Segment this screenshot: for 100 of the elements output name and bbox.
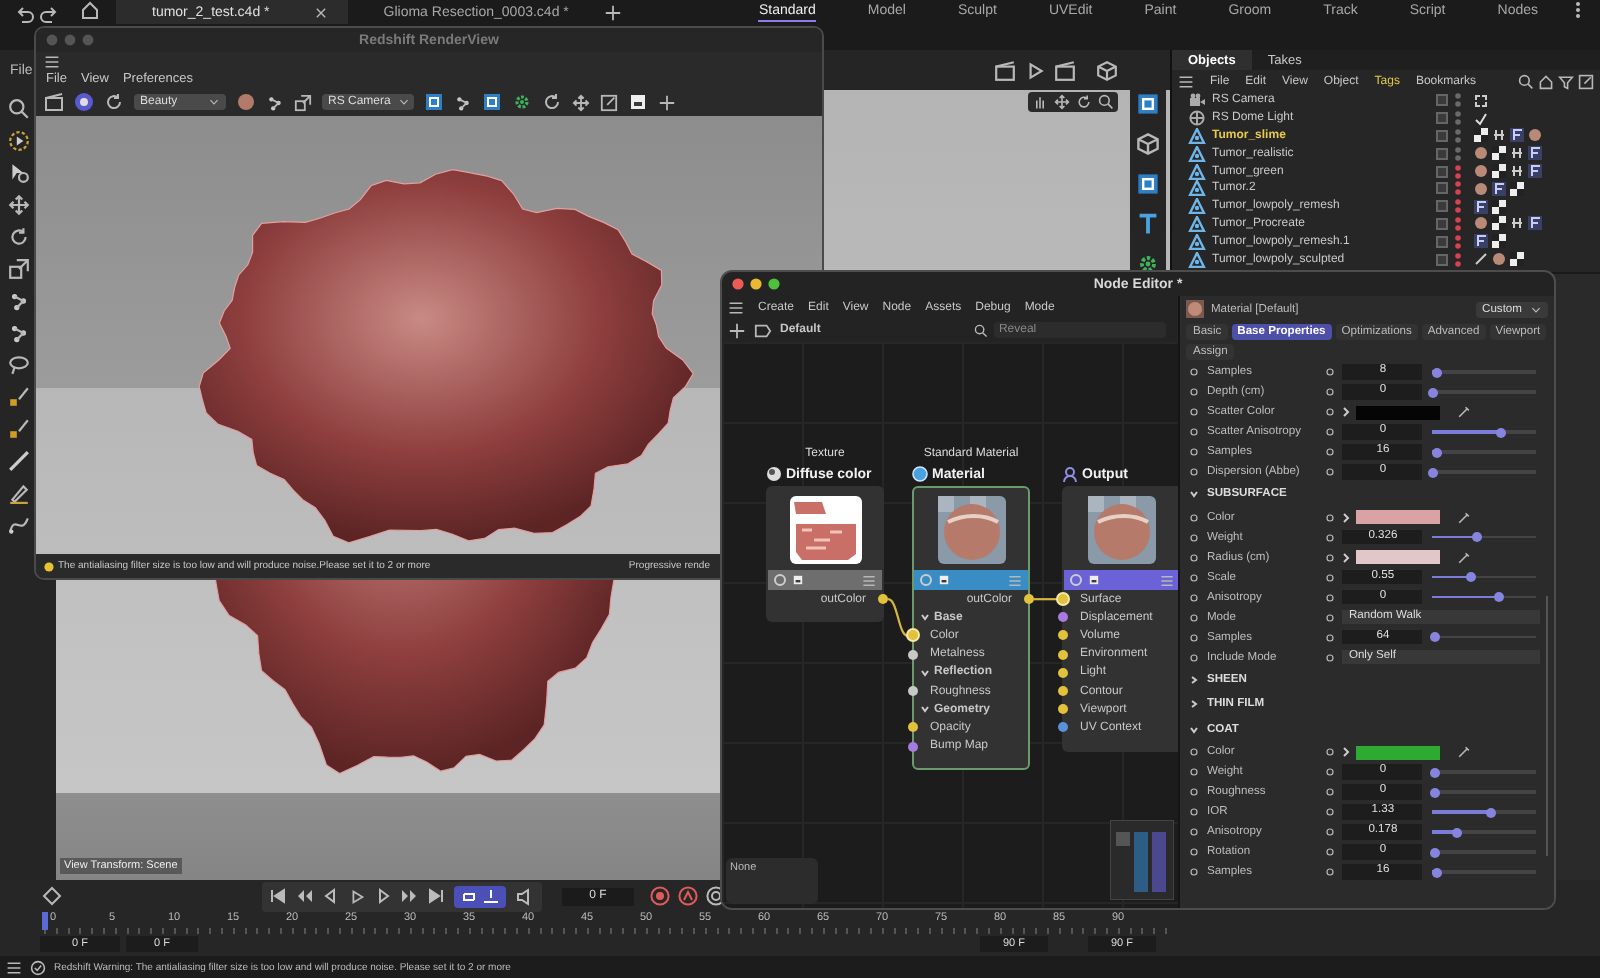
frame-icon[interactable] (1136, 172, 1160, 196)
port-dot[interactable] (1058, 686, 1068, 697)
pipette-icon[interactable] (1456, 549, 1473, 565)
keyframe-dot-icon[interactable] (1188, 651, 1201, 663)
rotate-icon[interactable] (542, 92, 562, 112)
search-icon[interactable] (8, 98, 30, 120)
rotate-icon[interactable] (8, 226, 30, 248)
color-swatch[interactable] (1356, 550, 1441, 564)
playhead-handle[interactable] (42, 912, 48, 930)
slider-thumb[interactable] (1452, 827, 1463, 837)
plus-icon[interactable] (658, 93, 676, 111)
slider-thumb[interactable] (1427, 467, 1438, 477)
sphere-icon[interactable] (236, 92, 256, 112)
keyframe-dot-icon[interactable] (1188, 511, 1201, 523)
port-dot[interactable] (1024, 594, 1034, 605)
pipette-icon[interactable] (1456, 744, 1473, 760)
keyframe-dot-icon[interactable] (1324, 651, 1337, 663)
image-icon[interactable] (628, 92, 648, 112)
tag-icon[interactable] (754, 321, 772, 339)
menu-icon[interactable] (728, 299, 744, 315)
points-icon[interactable] (8, 290, 30, 312)
keyframe-dot-icon[interactable] (1324, 551, 1337, 563)
keyframe-dot-icon[interactable] (1188, 786, 1201, 798)
keyframe-dot-icon[interactable] (1324, 846, 1337, 858)
slider-thumb[interactable] (1431, 367, 1441, 377)
keyframe-dot-icon[interactable] (1324, 511, 1337, 523)
keyframe-dot-icon[interactable] (1324, 611, 1337, 623)
scale-icon[interactable] (294, 93, 312, 111)
menu-icon[interactable] (44, 53, 60, 69)
scale-icon[interactable] (8, 258, 30, 280)
slider-thumb[interactable] (1496, 427, 1507, 437)
chevron-icon[interactable] (1188, 698, 1201, 711)
port-dot[interactable] (1058, 612, 1068, 623)
pen-icon[interactable] (8, 482, 30, 504)
record-button-icon[interactable] (74, 92, 94, 112)
points-icon[interactable] (8, 322, 30, 344)
menu-icon[interactable] (1178, 73, 1194, 89)
filter-icon[interactable] (1558, 73, 1574, 89)
visibility-dots-icon[interactable] (1454, 145, 1462, 162)
keyframe-dot-icon[interactable] (1188, 386, 1201, 398)
slider-thumb[interactable] (1471, 532, 1482, 542)
loop-icon[interactable] (460, 887, 478, 905)
line-icon[interactable] (8, 450, 30, 472)
spline-icon[interactable] (8, 514, 30, 536)
port-dot[interactable] (1058, 630, 1068, 641)
skip-start-icon[interactable] (270, 888, 286, 904)
port-dot[interactable] (1058, 704, 1068, 715)
home-icon[interactable] (80, 0, 100, 20)
close-icon[interactable] (313, 5, 328, 19)
keyframe-dot-icon[interactable] (1324, 386, 1337, 398)
pipette-icon[interactable] (1456, 404, 1473, 420)
visibility-dots-icon[interactable] (1454, 215, 1462, 232)
port-dot[interactable] (908, 741, 918, 752)
port-dot[interactable] (1058, 667, 1068, 678)
cube-icon[interactable] (1136, 132, 1160, 156)
chevron-icon[interactable] (920, 704, 930, 715)
keyframe-dot-icon[interactable] (1324, 531, 1337, 543)
keyframe-dot-icon[interactable] (1188, 766, 1201, 778)
redo-icon[interactable] (40, 3, 60, 23)
text-glyph-icon[interactable] (1136, 212, 1160, 236)
pipette-icon[interactable] (1456, 509, 1473, 525)
skip-end-icon[interactable] (428, 888, 444, 904)
play-icon[interactable] (348, 887, 366, 905)
slider-thumb[interactable] (1494, 592, 1505, 602)
slider-thumb[interactable] (1429, 847, 1440, 857)
port-dot[interactable] (908, 686, 918, 697)
next-key-icon[interactable] (402, 888, 418, 904)
points-icon[interactable] (266, 93, 284, 111)
visibility-dots-icon[interactable] (1454, 233, 1462, 250)
color-swatch[interactable] (1356, 745, 1441, 759)
expand-icon[interactable] (600, 93, 618, 111)
cursor-icon[interactable] (8, 130, 30, 152)
paint-icon[interactable] (8, 418, 30, 440)
slider-thumb[interactable] (1427, 387, 1438, 397)
chevron-icon[interactable] (920, 612, 930, 623)
rotate-icon[interactable] (104, 92, 124, 112)
frame-icon[interactable] (424, 92, 444, 112)
keyframe-dot-icon[interactable] (1324, 406, 1337, 418)
keyframe-dot-icon[interactable] (1188, 466, 1201, 478)
color-swatch[interactable] (1356, 405, 1441, 419)
home-icon[interactable] (1538, 73, 1554, 89)
keyframe-icon[interactable] (42, 886, 62, 906)
slider-thumb[interactable] (1485, 807, 1496, 817)
step-back-icon[interactable] (322, 888, 338, 904)
keyframe-dot-icon[interactable] (1188, 446, 1201, 458)
port-dot[interactable] (908, 649, 918, 660)
keyframe-dot-icon[interactable] (1188, 426, 1201, 438)
clapboard-icon[interactable] (1054, 59, 1076, 81)
search-icon[interactable] (1518, 73, 1534, 89)
move-icon[interactable] (1054, 94, 1070, 110)
range-icon[interactable] (482, 887, 500, 905)
slider-thumb[interactable] (1429, 767, 1440, 777)
port-dot[interactable] (908, 722, 918, 733)
keyframe-dot-icon[interactable] (1188, 746, 1201, 758)
clapboard-icon[interactable] (994, 59, 1016, 81)
visibility-dots-icon[interactable] (1454, 163, 1462, 180)
expand-icon[interactable] (1578, 73, 1594, 89)
keyframe-dot-icon[interactable] (1324, 631, 1337, 643)
visibility-dots-icon[interactable] (1454, 251, 1462, 268)
sound-icon[interactable] (516, 887, 534, 905)
